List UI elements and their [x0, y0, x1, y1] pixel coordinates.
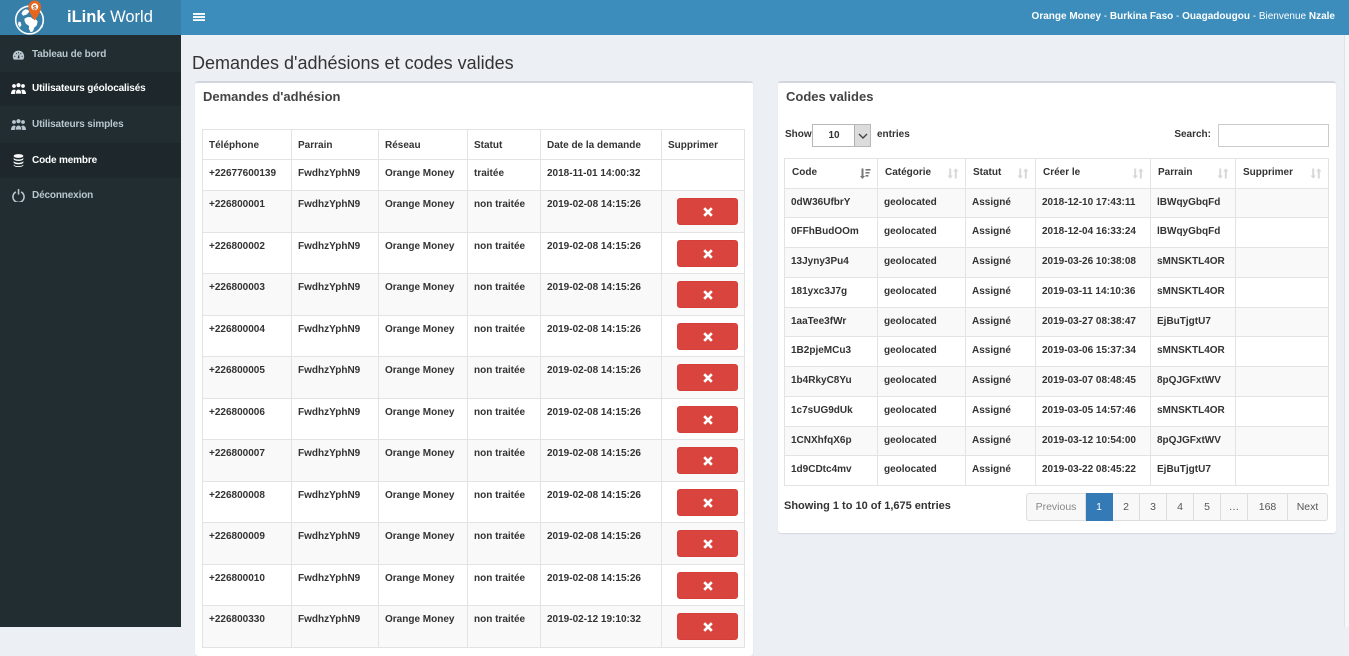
svg-text:$: $ — [33, 4, 37, 11]
